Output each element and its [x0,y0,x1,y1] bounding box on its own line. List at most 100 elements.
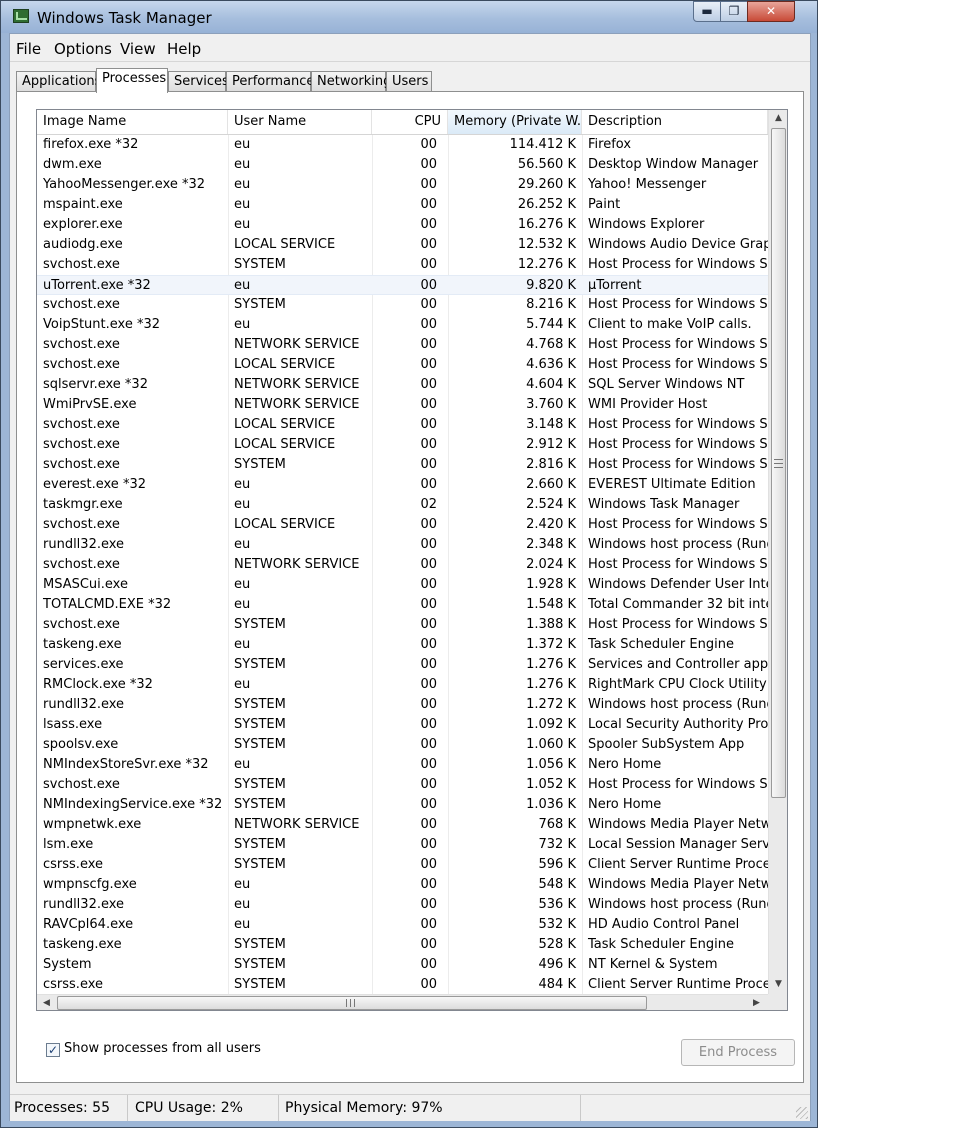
column-header-mem[interactable]: Memory (Private W... [448,110,582,134]
cell-cpu: 00 [420,177,437,192]
vertical-scrollbar[interactable]: ▲ ▼ [768,110,787,994]
scroll-down-icon[interactable]: ▼ [769,976,787,993]
process-row[interactable]: NMIndexingService.exe *32 SYSTEM 00 1.036 K… [37,795,768,815]
process-row[interactable]: svchost.exe LOCAL SERVICE 00 4.636 K Host Pr… [37,355,768,375]
cell-user: SYSTEM [234,837,286,852]
process-row[interactable]: lsm.exe SYSTEM 00 732 K Local Session Manage… [37,835,768,855]
process-row[interactable]: services.exe SYSTEM 00 1.276 K Services and … [37,655,768,675]
process-row[interactable]: rundll32.exe SYSTEM 00 1.272 K Windows host … [37,695,768,715]
process-row[interactable]: svchost.exe SYSTEM 00 1.388 K Host Process f… [37,615,768,635]
process-row[interactable]: svchost.exe SYSTEM 00 2.816 K Host Process f… [37,455,768,475]
cell-user: LOCAL SERVICE [234,517,336,532]
process-row[interactable]: System SYSTEM 00 496 K NT Kernel & System [37,955,768,975]
show-all-users-checkbox[interactable]: ✓ [46,1043,60,1057]
cell-desc: EVEREST Ultimate Edition [588,477,756,492]
cell-cpu: 00 [420,477,437,492]
cell-desc: Windows host process (Rundll32) [588,537,768,552]
show-all-users-label[interactable]: Show processes from all users [64,1041,261,1056]
process-row[interactable]: NMIndexStoreSvr.exe *32 eu 00 1.056 K Nero H… [37,755,768,775]
process-row[interactable]: svchost.exe LOCAL SERVICE 00 3.148 K Host Pr… [37,415,768,435]
process-row[interactable]: svchost.exe NETWORK SERVICE 00 2.024 K Host … [37,555,768,575]
tab-applications[interactable]: Applications [16,71,101,92]
horizontal-scroll-thumb[interactable] [57,996,647,1010]
vertical-scroll-thumb[interactable] [771,128,786,798]
process-row[interactable]: uTorrent.exe *32 eu 00 9.820 K µTorrent [37,275,768,295]
horizontal-scrollbar[interactable]: ◀ ▶ [37,994,768,1010]
process-row[interactable]: taskeng.exe SYSTEM 00 528 K Task Scheduler E… [37,935,768,955]
process-row[interactable]: dwm.exe eu 00 56.560 K Desktop Window Manage… [37,155,768,175]
process-row[interactable]: RAVCpl64.exe eu 00 532 K HD Audio Control Pa… [37,915,768,935]
process-row[interactable]: wmpnetwk.exe NETWORK SERVICE 00 768 K Window… [37,815,768,835]
scroll-left-icon[interactable]: ◀ [37,995,56,1010]
process-row[interactable]: sqlservr.exe *32 NETWORK SERVICE 00 4.604 K… [37,375,768,395]
process-row[interactable]: svchost.exe SYSTEM 00 12.276 K Host Process … [37,255,768,275]
cell-user: SYSTEM [234,737,286,752]
tab-services[interactable]: Services [168,71,229,92]
cell-desc: Host Process for Windows Services [588,437,768,452]
cell-mem: 1.928 K [526,577,576,592]
process-row[interactable]: csrss.exe SYSTEM 00 484 K Client Server Runt… [37,975,768,995]
process-row[interactable]: taskeng.exe eu 00 1.372 K Task Scheduler Eng… [37,635,768,655]
process-row[interactable]: TOTALCMD.EXE *32 eu 00 1.548 K Total Command… [37,595,768,615]
cell-mem: 2.912 K [526,437,576,452]
column-header-cpu[interactable]: CPU [372,110,448,134]
title-bar[interactable]: Windows Task Manager ▬ ❐ ✕ [1,1,817,33]
process-row[interactable]: svchost.exe SYSTEM 00 1.052 K Host Process f… [37,775,768,795]
process-row[interactable]: lsass.exe SYSTEM 00 1.092 K Local Security A… [37,715,768,735]
process-row[interactable]: wmpnscfg.exe eu 00 548 K Windows Media Playe… [37,875,768,895]
process-list[interactable]: Image Name User Name CPU Memory (Private W.… [36,109,788,1011]
scroll-up-icon[interactable]: ▲ [769,110,787,127]
process-row[interactable]: MSASCui.exe eu 00 1.928 K Windows Defender U… [37,575,768,595]
menu-help[interactable]: Help [167,40,201,58]
end-process-button[interactable]: End Process [681,1039,795,1066]
cell-user: eu [234,278,251,293]
tab-users[interactable]: Users [386,71,432,92]
cell-image: TOTALCMD.EXE *32 [43,597,172,612]
minimize-button[interactable]: ▬ [693,1,721,22]
process-row[interactable]: taskmgr.exe eu 02 2.524 K Windows Task Manag… [37,495,768,515]
tab-performance[interactable]: Performance [226,71,314,92]
column-header-image[interactable]: Image Name [37,110,228,134]
cell-cpu: 00 [420,257,437,272]
cell-desc: Windows Explorer [588,217,705,232]
cell-cpu: 02 [420,497,437,512]
process-row[interactable]: WmiPrvSE.exe NETWORK SERVICE 00 3.760 K WMI … [37,395,768,415]
process-row[interactable]: explorer.exe eu 00 16.276 K Windows Explorer [37,215,768,235]
process-row[interactable]: VoipStunt.exe *32 eu 00 5.744 K Client to ma… [37,315,768,335]
resize-grip-icon[interactable] [796,1107,808,1119]
process-row[interactable]: YahooMessenger.exe *32 eu 00 29.260 K Yahoo!… [37,175,768,195]
cell-mem: 548 K [538,877,576,892]
process-row[interactable]: svchost.exe SYSTEM 00 8.216 K Host Process f… [37,295,768,315]
process-row[interactable]: rundll32.exe eu 00 536 K Windows host proces… [37,895,768,915]
process-row[interactable]: RMClock.exe *32 eu 00 1.276 K RightMark CPU … [37,675,768,695]
cell-mem: 1.272 K [526,697,576,712]
process-row[interactable]: svchost.exe NETWORK SERVICE 00 4.768 K Host … [37,335,768,355]
process-row[interactable]: firefox.exe *32 eu 00 114.412 K Firefox [37,135,768,155]
process-row[interactable]: audiodg.exe LOCAL SERVICE 00 12.532 K Window… [37,235,768,255]
cell-user: SYSTEM [234,617,286,632]
menu-options[interactable]: Options [54,40,112,58]
scroll-right-icon[interactable]: ▶ [747,995,766,1010]
process-row[interactable]: svchost.exe LOCAL SERVICE 00 2.420 K Host Pr… [37,515,768,535]
maximize-button[interactable]: ❐ [720,1,748,22]
cell-desc: Host Process for Windows Services [588,417,768,432]
close-button[interactable]: ✕ [747,1,795,22]
menu-view[interactable]: View [120,40,156,58]
tab-processes[interactable]: Processes [96,68,168,93]
process-row[interactable]: spoolsv.exe SYSTEM 00 1.060 K Spooler SubSys… [37,735,768,755]
menu-file[interactable]: File [16,40,41,58]
process-row[interactable]: mspaint.exe eu 00 26.252 K Paint [37,195,768,215]
cell-user: eu [234,597,251,612]
process-row[interactable]: svchost.exe LOCAL SERVICE 00 2.912 K Host Pr… [37,435,768,455]
cell-mem: 4.768 K [526,337,576,352]
cell-mem: 1.060 K [526,737,576,752]
process-row[interactable]: rundll32.exe eu 00 2.348 K Windows host proc… [37,535,768,555]
process-row[interactable]: everest.exe *32 eu 00 2.660 K EVEREST Ultima… [37,475,768,495]
tab-networking[interactable]: Networking [311,71,391,92]
cell-cpu: 00 [420,677,437,692]
process-list-header: Image Name User Name CPU Memory (Private W.… [37,110,768,135]
column-header-user[interactable]: User Name [228,110,372,134]
scroll-grip-icon [346,999,355,1007]
column-header-desc[interactable]: Description [582,110,768,134]
process-row[interactable]: csrss.exe SYSTEM 00 596 K Client Server Runt… [37,855,768,875]
